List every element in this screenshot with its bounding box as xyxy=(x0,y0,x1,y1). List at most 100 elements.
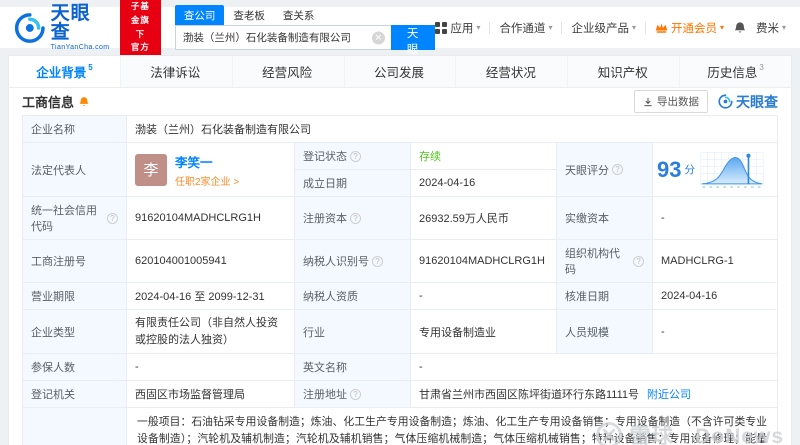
english-name-label: 英文名称 xyxy=(295,354,411,380)
legal-rep-label: 法定代表人 xyxy=(23,143,127,196)
logo-eye-icon xyxy=(718,94,733,109)
table-row: 统一社会信用代码? 91620104MADHCLRG1H 注册资本? 26932… xyxy=(23,197,777,240)
export-data-button[interactable]: 导出数据 xyxy=(634,90,708,113)
reg-status-label: 登记状态? xyxy=(295,143,411,169)
table-row: 经营范围? 一般项目：石油钻采专用设备制造；炼油、化工生产专用设备制造；炼油、化… xyxy=(23,408,777,445)
company-name-value: 渤装（兰州）石化装备制造有限公司 xyxy=(135,124,311,136)
authority-value: 西固区市场监督管理局 xyxy=(127,381,295,407)
uscc-label: 统一社会信用代码? xyxy=(23,197,127,239)
top-header: 天眼查 TianYanCha.com 国家中小企业发展子基金旗下 官方备案企业征… xyxy=(0,0,800,113)
search-tab-company[interactable]: 查公司 xyxy=(174,5,225,25)
tab-history-info[interactable]: 历史信息 3 xyxy=(680,56,791,87)
address-label: 注册地址? xyxy=(295,381,411,407)
org-code-value: MADHCLRG-1 xyxy=(661,255,734,267)
user-menu[interactable]: 费米 ▾ xyxy=(756,20,786,36)
insured-value: - xyxy=(127,354,295,380)
score-unit: 分 xyxy=(684,164,695,176)
table-row: 登记机关 西固区市场监督管理局 注册地址? 甘肃省兰州市西固区陈坪街道环行东路1… xyxy=(23,381,777,408)
info-icon[interactable]: ? xyxy=(633,255,644,267)
company-name-label: 企业名称 xyxy=(23,116,127,142)
staff-size-label: 人员规模 xyxy=(557,310,653,353)
table-row: 企业类型 有限责任公司（非自然人投资或控股的法人独资） 行业 专用设备制造业 人… xyxy=(23,310,777,354)
search-tab-relation[interactable]: 查关系 xyxy=(274,5,324,25)
score-value: 93 xyxy=(657,156,682,182)
notification-bell-icon[interactable] xyxy=(733,21,747,35)
logo-title: 天眼查 xyxy=(50,3,91,43)
info-icon[interactable]: ? xyxy=(107,212,118,224)
logo-subtitle: TianYanCha.com xyxy=(50,44,110,51)
company-profile-card: 企业背景 5 法律诉讼 经营风险 公司发展 经营状况 知识产权 历史信息 3 工商信… xyxy=(8,55,792,445)
nav-vip-upgrade[interactable]: 开通会员 ▾ xyxy=(655,20,724,36)
legal-rep-cell: 李 李笑一 任职2家企业 > xyxy=(127,143,295,196)
taxpayer-id-label: 纳税人识别号? xyxy=(295,240,411,282)
company-type-label: 企业类型 xyxy=(23,310,127,353)
paid-capital-label: 实缴资本 xyxy=(557,197,653,239)
info-icon[interactable]: ? xyxy=(350,388,361,400)
term-label: 营业期限 xyxy=(23,283,127,309)
est-date-value: 2024-04-16 xyxy=(419,177,476,189)
tab-company-development[interactable]: 公司发展 xyxy=(345,56,457,87)
nearby-companies-link[interactable]: 附近公司 xyxy=(647,386,691,402)
tab-intellectual-property[interactable]: 知识产权 xyxy=(568,56,681,87)
scope-value: 一般项目：石油钻采专用设备制造；炼油、化工生产专用设备制造；炼油、化工生产专用设… xyxy=(137,416,767,445)
tab-company-background[interactable]: 企业背景 5 xyxy=(9,56,121,87)
table-row: 法定代表人 李 李笑一 任职2家企业 > 登记状态? 存续 成立日期 2024-… xyxy=(23,143,777,197)
taxpayer-quality-value: - xyxy=(411,283,557,309)
nav-apps[interactable]: 应用 ▾ xyxy=(435,20,480,36)
tab-operating-status[interactable]: 经营状况 xyxy=(456,56,569,87)
reg-status-value: 存续 xyxy=(419,151,441,163)
score-label: 天眼评分? xyxy=(557,143,653,196)
org-code-label: 组织机构代码? xyxy=(557,240,653,282)
address-cell: 甘肃省兰州市西固区陈坪街道环行东路1111号 附近公司 xyxy=(411,381,777,407)
scope-label: 经营范围? xyxy=(23,408,127,445)
paid-capital-value: - xyxy=(661,212,665,224)
table-row: 企业名称 渤装（兰州）石化装备制造有限公司 xyxy=(23,116,777,143)
divider xyxy=(561,21,563,34)
insured-label: 参保人数 xyxy=(23,354,127,380)
announcement-icon xyxy=(79,96,89,106)
legal-rep-link[interactable]: 李笑一 xyxy=(175,152,239,171)
search-input[interactable] xyxy=(174,25,391,50)
avatar[interactable]: 李 xyxy=(135,153,167,186)
search-tab-boss[interactable]: 查老板 xyxy=(224,5,274,25)
taxpayer-id-value: 91620104MADHCLRG1H xyxy=(411,240,557,282)
tab-legal-lawsuits[interactable]: 法律诉讼 xyxy=(121,56,233,87)
taxpayer-quality-label: 纳税人资质 xyxy=(295,283,411,309)
section-title: 工商信息 xyxy=(22,95,75,110)
nav-enterprise-products[interactable]: 企业级产品 ▾ xyxy=(571,20,636,36)
info-icon[interactable]: ? xyxy=(612,164,623,175)
search-button[interactable]: 天眼一下 xyxy=(390,25,436,88)
term-value: 2024-04-16 至 2099-12-31 xyxy=(127,283,295,309)
staff-size-value: - xyxy=(661,325,665,338)
table-row: 工商注册号 620104001005941 纳税人识别号? 91620104MA… xyxy=(23,240,777,283)
table-row: 参保人数 - 英文名称 - xyxy=(23,354,777,381)
top-nav: 应用 ▾ 合作通道 ▾ 企业级产品 ▾ 开通会员 ▾ 费米 ▾ xyxy=(435,20,786,36)
uscc-value: 91620104MADHCLRG1H xyxy=(127,197,295,239)
logo-eye-icon xyxy=(14,12,45,43)
rep-companies-link[interactable]: 任职2家企业 > xyxy=(175,173,239,188)
info-icon[interactable]: ? xyxy=(350,150,361,162)
divider xyxy=(644,21,646,34)
tianyancha-logo[interactable]: 天眼查 TianYanCha.com xyxy=(14,4,110,51)
reg-capital-value: 26932.59万人民币 xyxy=(411,197,557,239)
search-area: 查公司 查老板 查关系 ✕ 天眼一下 xyxy=(174,5,436,88)
info-icon[interactable]: ? xyxy=(372,255,383,267)
section-header: 工商信息 导出数据 天眼查 xyxy=(9,88,791,115)
reg-capital-label: 注册资本? xyxy=(295,197,411,239)
table-row: 营业期限 2024-04-16 至 2099-12-31 纳税人资质 - 核准日… xyxy=(23,283,777,310)
industry-value: 专用设备制造业 xyxy=(411,310,557,353)
business-info-table: 企业名称 渤装（兰州）石化装备制造有限公司 法定代表人 李 李笑一 任职2家企业… xyxy=(22,115,778,445)
english-name-value: - xyxy=(419,361,423,373)
tab-operation-risk[interactable]: 经营风险 xyxy=(233,56,345,87)
nav-cooperation[interactable]: 合作通道 ▾ xyxy=(499,20,552,36)
divider xyxy=(489,21,491,34)
status-date-subgrid: 登记状态? 存续 成立日期 2024-04-16 xyxy=(295,143,557,196)
brand-watermark-logo: 天眼查 xyxy=(718,92,778,112)
reg-no-label: 工商注册号 xyxy=(23,240,127,282)
info-icon[interactable]: ? xyxy=(350,212,361,224)
approval-date-value: 2024-04-16 xyxy=(661,290,718,302)
score-distribution-chart xyxy=(700,151,764,188)
industry-label: 行业 xyxy=(295,310,411,353)
clear-search-icon[interactable]: ✕ xyxy=(371,31,385,44)
crown-icon xyxy=(655,23,668,33)
